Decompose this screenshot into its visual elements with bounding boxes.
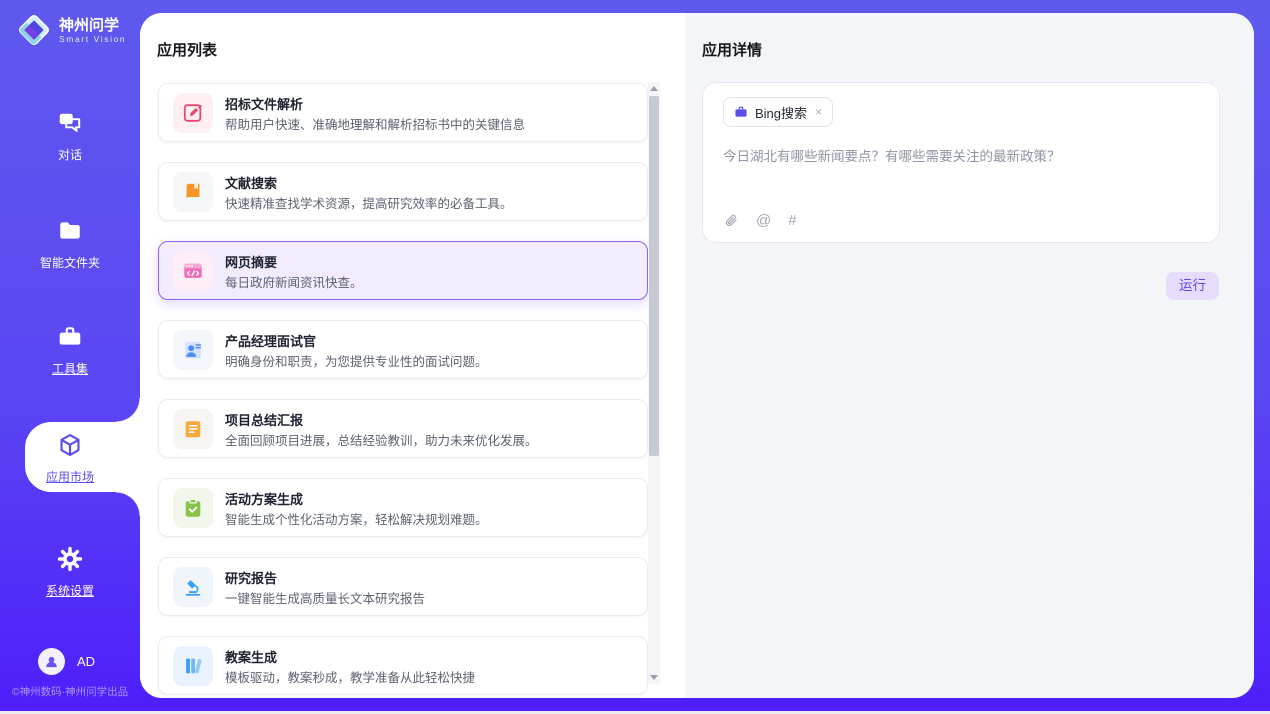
- scrollbar-down-arrow-icon[interactable]: [650, 675, 658, 680]
- app-description: 全面回顾项目进展，总结经验教训，助力未来优化发展。: [225, 430, 538, 449]
- sidebar: 神州问学 Smart Vision 对话智能文件夹工具集应用市场系统设置 AD …: [0, 0, 140, 701]
- app-description: 每日政府新闻资讯快查。: [225, 272, 363, 291]
- lesson-plan-icon: [173, 646, 213, 686]
- app-list-scrollbar[interactable]: [648, 82, 660, 684]
- app-name: 招标文件解析: [225, 94, 303, 113]
- brand-subtitle: Smart Vision: [59, 34, 126, 44]
- tool-chip-label: Bing搜索: [755, 103, 807, 122]
- toolbox-icon: [57, 324, 83, 350]
- app-list-item[interactable]: 教案生成模板驱动，教案秒成，教学准备从此轻松快捷: [158, 636, 648, 695]
- research-report-icon: [173, 567, 213, 607]
- sidebar-item-smart-folder[interactable]: 智能文件夹: [0, 218, 140, 271]
- event-plan-icon: [173, 488, 213, 528]
- app-name: 产品经理面试官: [225, 331, 316, 350]
- main-content: 应用列表 招标文件解析帮助用户快速、准确地理解和解析招标书中的关键信息文献搜索快…: [140, 13, 1254, 698]
- app-detail-panel: 应用详情 Bing搜索 × 今日湖北有哪些新闻要点？有哪些需要关注的最新政策？ …: [685, 13, 1254, 698]
- app-name: 活动方案生成: [225, 489, 303, 508]
- chat-icon: [57, 110, 83, 136]
- composer-toolbar: @ #: [723, 213, 797, 229]
- run-button[interactable]: 运行: [1166, 272, 1219, 300]
- sidebar-item-label: 应用市场: [0, 468, 140, 485]
- hash-icon[interactable]: #: [788, 213, 796, 229]
- app-list-item[interactable]: 产品经理面试官明确身份和职责，为您提供专业性的面试问题。: [158, 320, 648, 379]
- tender-doc-icon: [173, 93, 213, 133]
- app-name: 网页摘要: [225, 252, 277, 271]
- sidebar-item-label: 系统设置: [0, 582, 140, 599]
- cube-icon: [57, 432, 83, 458]
- scrollbar-up-arrow-icon[interactable]: [650, 86, 658, 91]
- copyright-footer: ©神州数码·神州问学出品: [0, 684, 140, 699]
- scrollbar-thumb[interactable]: [649, 96, 659, 456]
- app-name: 教案生成: [225, 647, 277, 666]
- web-summary-icon: [173, 251, 213, 291]
- sidebar-item-label: 智能文件夹: [0, 254, 140, 271]
- sidebar-item-settings[interactable]: 系统设置: [0, 546, 140, 599]
- query-card[interactable]: Bing搜索 × 今日湖北有哪些新闻要点？有哪些需要关注的最新政策？ @ #: [702, 82, 1220, 243]
- app-list-item[interactable]: 网页摘要每日政府新闻资讯快查。: [158, 241, 648, 300]
- sidebar-item-label: 工具集: [0, 360, 140, 377]
- app-list-item[interactable]: 项目总结汇报全面回顾项目进展，总结经验教训，助力未来优化发展。: [158, 399, 648, 458]
- app-list-title: 应用列表: [157, 39, 217, 60]
- literature-search-icon: [173, 172, 213, 212]
- app-description: 明确身份和职责，为您提供专业性的面试问题。: [225, 351, 488, 370]
- tool-chip-bing-search[interactable]: Bing搜索 ×: [723, 97, 833, 127]
- app-detail-title: 应用详情: [702, 39, 762, 60]
- app-description: 智能生成个性化活动方案，轻松解决规划难题。: [225, 509, 488, 528]
- sidebar-item-toolset[interactable]: 工具集: [0, 324, 140, 377]
- folder-icon: [57, 218, 83, 244]
- brand-name: 神州问学: [59, 17, 126, 34]
- app-list-item[interactable]: 研究报告一键智能生成高质量长文本研究报告: [158, 557, 648, 616]
- app-list-item[interactable]: 活动方案生成智能生成个性化活动方案，轻松解决规划难题。: [158, 478, 648, 537]
- app-list-panel: 应用列表 招标文件解析帮助用户快速、准确地理解和解析招标书中的关键信息文献搜索快…: [140, 13, 685, 698]
- app-list-item[interactable]: 文献搜索快速精准查找学术资源，提高研究效率的必备工具。: [158, 162, 648, 221]
- gear-icon: [57, 546, 83, 572]
- app-description: 帮助用户快速、准确地理解和解析招标书中的关键信息: [225, 114, 525, 133]
- user-avatar-icon: [38, 648, 65, 675]
- chip-close-icon[interactable]: ×: [815, 105, 822, 119]
- app-name: 文献搜索: [225, 173, 277, 192]
- app-name: 项目总结汇报: [225, 410, 303, 429]
- query-text[interactable]: 今日湖北有哪些新闻要点？有哪些需要关注的最新政策？: [723, 147, 1199, 166]
- app-list-item[interactable]: 招标文件解析帮助用户快速、准确地理解和解析招标书中的关键信息: [158, 83, 648, 142]
- diamond-logo-icon: [16, 12, 52, 48]
- project-summary-icon: [173, 409, 213, 449]
- attachment-icon[interactable]: [723, 213, 739, 229]
- sidebar-item-label: 对话: [0, 146, 140, 163]
- app-description: 快速精准查找学术资源，提高研究效率的必备工具。: [225, 193, 513, 212]
- sidebar-item-app-market[interactable]: 应用市场: [0, 432, 140, 485]
- app-description: 一键智能生成高质量长文本研究报告: [225, 588, 425, 607]
- brand-logo: 神州问学 Smart Vision: [16, 12, 126, 48]
- app-name: 研究报告: [225, 568, 277, 587]
- sidebar-item-chat[interactable]: 对话: [0, 110, 140, 163]
- interviewer-icon: [173, 330, 213, 370]
- user-account[interactable]: AD: [38, 648, 95, 675]
- user-initials: AD: [77, 654, 95, 669]
- app-description: 模板驱动，教案秒成，教学准备从此轻松快捷: [225, 667, 475, 686]
- app-list: 招标文件解析帮助用户快速、准确地理解和解析招标书中的关键信息文献搜索快速精准查找…: [158, 83, 648, 698]
- mention-icon[interactable]: @: [756, 213, 771, 229]
- briefcase-icon: [734, 105, 748, 119]
